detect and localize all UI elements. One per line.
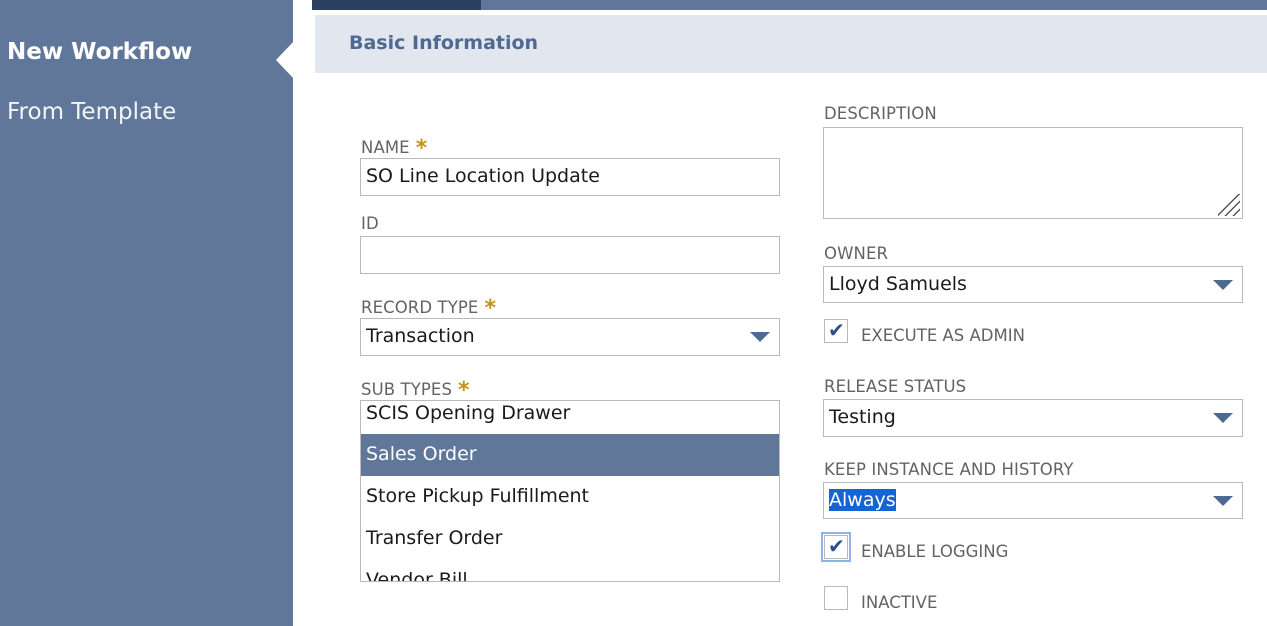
chevron-down-icon[interactable]: [1213, 280, 1233, 290]
sub-types-listbox[interactable]: SCIS Opening Drawer Sales Order Store Pi…: [360, 400, 780, 582]
list-item-label: SCIS Opening Drawer: [366, 402, 571, 424]
sub-types-label-text: SUB TYPES: [361, 380, 453, 399]
list-item-label: Store Pickup Fulfillment: [366, 485, 590, 507]
release-status-label: RELEASE STATUS: [824, 377, 966, 396]
inactive-checkbox[interactable]: [824, 586, 848, 610]
description-label: DESCRIPTION: [824, 104, 937, 123]
name-label: NAME *: [361, 134, 427, 161]
name-label-text: NAME: [361, 138, 410, 157]
section-header: Basic Information: [315, 15, 1267, 73]
owner-label-text: OWNER: [824, 244, 889, 263]
record-type-select[interactable]: Transaction: [360, 318, 780, 356]
list-item[interactable]: Transfer Order: [361, 518, 779, 560]
description-textarea[interactable]: [823, 127, 1243, 219]
checkmark-icon: ✔: [828, 534, 845, 558]
description-label-text: DESCRIPTION: [824, 104, 937, 123]
name-input-value: SO Line Location Update: [366, 165, 600, 187]
owner-value: Lloyd Samuels: [829, 273, 967, 295]
list-item[interactable]: Vendor Bill: [361, 560, 779, 582]
keep-instance-value: Always: [829, 489, 896, 511]
sidebar: New Workflow From Template: [0, 0, 294, 626]
checkmark-icon: ✔: [828, 318, 845, 342]
list-item-label: Transfer Order: [366, 527, 503, 549]
record-type-label-text: RECORD TYPE: [361, 298, 479, 317]
inactive-label: INACTIVE: [861, 593, 938, 612]
keep-instance-select[interactable]: Always: [823, 482, 1243, 519]
keep-instance-label: KEEP INSTANCE AND HISTORY: [824, 460, 1074, 479]
chevron-down-icon[interactable]: [1213, 496, 1233, 506]
section-title: Basic Information: [349, 32, 539, 54]
sidebar-item-from-template[interactable]: From Template: [7, 99, 176, 125]
keep-instance-label-text: KEEP INSTANCE AND HISTORY: [824, 460, 1074, 479]
resize-handle-icon[interactable]: [1218, 194, 1240, 216]
execute-as-admin-checkbox[interactable]: ✔: [824, 318, 848, 343]
list-item-label: Vendor Bill: [366, 569, 468, 582]
enable-logging-label: ENABLE LOGGING: [861, 542, 1009, 561]
owner-label: OWNER: [824, 244, 888, 263]
record-type-value: Transaction: [366, 325, 475, 347]
release-status-value: Testing: [829, 406, 896, 428]
id-input[interactable]: [360, 236, 780, 274]
list-item[interactable]: SCIS Opening Drawer: [361, 401, 779, 435]
id-label-text: ID: [361, 214, 379, 233]
chevron-down-icon[interactable]: [750, 332, 770, 342]
sub-types-label: SUB TYPES *: [361, 376, 470, 403]
release-status-select[interactable]: Testing: [823, 399, 1243, 437]
active-indicator: [276, 41, 294, 79]
name-input[interactable]: SO Line Location Update: [360, 158, 780, 196]
chevron-down-icon[interactable]: [1213, 413, 1233, 423]
top-tab-active[interactable]: [312, 0, 481, 10]
list-item-label: Sales Order: [366, 443, 477, 465]
list-item[interactable]: Store Pickup Fulfillment: [361, 476, 779, 518]
enable-logging-checkbox[interactable]: ✔: [821, 532, 851, 562]
owner-select[interactable]: Lloyd Samuels: [823, 266, 1243, 303]
record-type-label: RECORD TYPE *: [361, 294, 496, 321]
sidebar-item-new-workflow[interactable]: New Workflow: [7, 39, 192, 65]
release-status-label-text: RELEASE STATUS: [824, 377, 967, 396]
id-label: ID: [361, 214, 379, 233]
execute-as-admin-label: EXECUTE AS ADMIN: [861, 326, 1025, 345]
list-item-selected[interactable]: Sales Order: [361, 434, 779, 476]
